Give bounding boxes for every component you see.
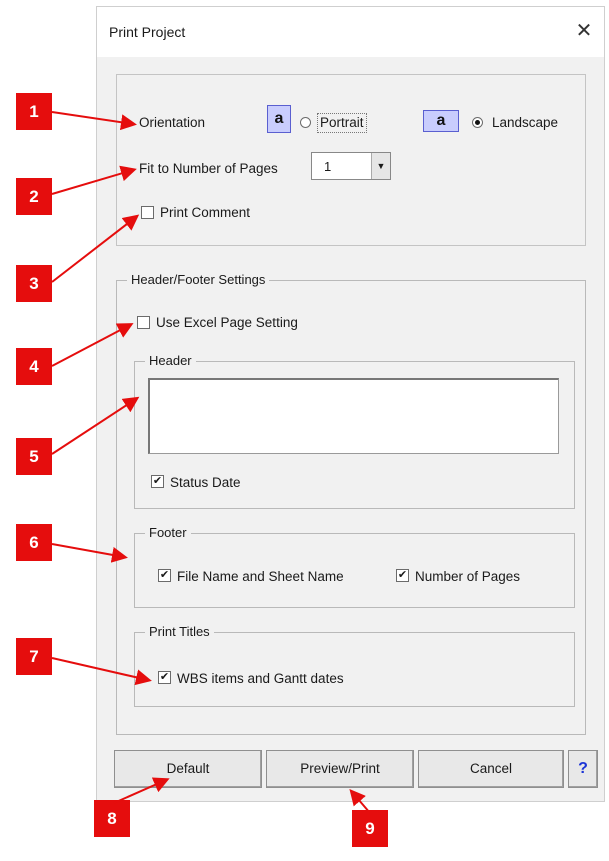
annotation-arrow-9 [349, 788, 371, 814]
annotation-arrow-1 [51, 111, 137, 131]
annotation-arrow-7 [51, 657, 152, 686]
annotation-arrows [51, 111, 371, 814]
annotation-arrow-6 [51, 543, 128, 563]
annotation-arrow-5 [51, 396, 140, 455]
annotation-arrow-8 [113, 777, 170, 804]
annotation-arrow-2 [51, 165, 137, 195]
annotation-arrow-3 [51, 214, 140, 283]
annotation-arrow-4 [51, 323, 134, 367]
